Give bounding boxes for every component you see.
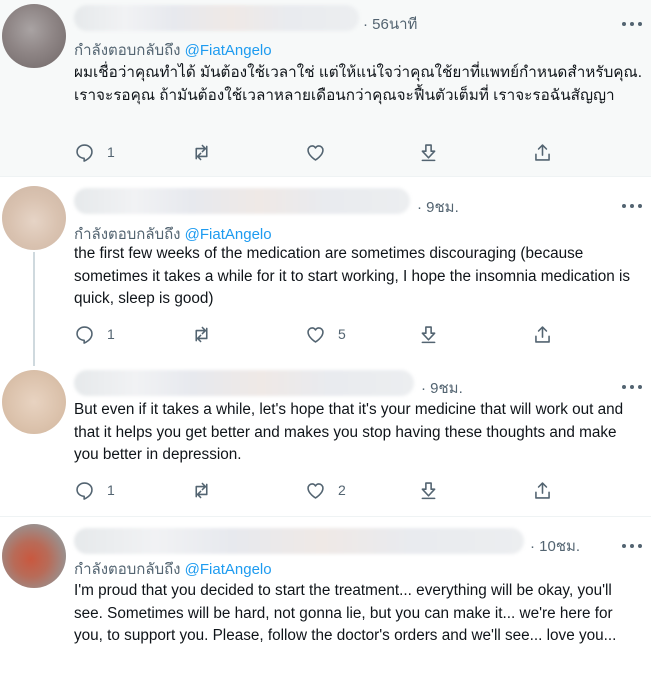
share-button[interactable]	[532, 140, 553, 164]
reply-button[interactable]: 1	[74, 322, 115, 346]
blurred-username	[74, 5, 359, 31]
tweet[interactable]: · 56นาที กำลังตอบกลับถึง @FiatAngelo ผมเ…	[0, 0, 651, 177]
share-arrow-icon	[535, 481, 550, 499]
more-options-icon[interactable]	[622, 19, 642, 29]
replying-to: กำลังตอบกลับถึง @FiatAngelo	[74, 557, 272, 581]
tweet-text: But even if it takes a while, let's hope…	[74, 401, 624, 463]
avatar[interactable]	[2, 370, 66, 434]
retweet-arrows-icon	[195, 326, 208, 342]
action-bar: 1 2	[74, 478, 634, 502]
download-button[interactable]	[418, 140, 439, 164]
mention-link[interactable]: @FiatAngelo	[185, 42, 272, 59]
retweet-button[interactable]	[191, 478, 224, 502]
share-button[interactable]	[532, 322, 553, 346]
mention-link[interactable]: @FiatAngelo	[185, 561, 272, 578]
speech-bubble-icon	[76, 481, 93, 500]
like-button[interactable]: 5	[305, 322, 346, 346]
timestamp[interactable]: · 9ชม.	[417, 195, 459, 219]
download-arrow-icon	[421, 143, 436, 161]
like-button[interactable]	[305, 140, 338, 164]
download-arrow-icon	[421, 481, 436, 499]
action-bar: 1	[74, 140, 634, 164]
heart-icon	[307, 144, 324, 161]
retweet-arrows-icon	[195, 144, 208, 160]
more-options-icon[interactable]	[622, 382, 642, 392]
tweet[interactable]: · 9ชม. กำลังตอบกลับถึง @FiatAngelo the f…	[0, 178, 651, 362]
blurred-username	[74, 528, 524, 554]
download-arrow-icon	[421, 325, 436, 343]
more-options-icon[interactable]	[622, 201, 642, 211]
download-button[interactable]	[418, 478, 439, 502]
replying-to: กำลังตอบกลับถึง @FiatAngelo	[74, 38, 272, 62]
timestamp[interactable]: · 56นาที	[363, 12, 417, 36]
mention-link[interactable]: @FiatAngelo	[185, 226, 272, 243]
replying-to-label: กำลังตอบกลับถึง	[74, 42, 181, 59]
share-button[interactable]	[532, 478, 553, 502]
share-arrow-icon	[535, 143, 550, 161]
tweet[interactable]: · 10ชม. กำลังตอบกลับถึง @FiatAngelo I'm …	[0, 518, 651, 673]
reply-count: 1	[107, 482, 115, 498]
like-button[interactable]: 2	[305, 478, 346, 502]
speech-bubble-icon	[76, 143, 93, 162]
replying-to-label: กำลังตอบกลับถึง	[74, 226, 181, 243]
reply-count: 1	[107, 144, 115, 160]
replying-to-label: กำลังตอบกลับถึง	[74, 561, 181, 578]
reply-count: 1	[107, 326, 115, 342]
tweet-text: ผมเชื่อว่าคุณทำได้ มันต้องใช้เวลาใช่ แต่…	[74, 64, 642, 104]
heart-icon	[307, 482, 324, 499]
like-count: 2	[338, 482, 346, 498]
heart-icon	[307, 326, 324, 343]
avatar[interactable]	[2, 4, 66, 68]
retweet-button[interactable]	[191, 322, 224, 346]
like-count: 5	[338, 326, 346, 342]
speech-bubble-icon	[76, 325, 93, 344]
tweet-text: the first few weeks of the medication ar…	[74, 245, 631, 307]
tweet[interactable]: · 9ชม. But even if it takes a while, let…	[0, 362, 651, 517]
timestamp[interactable]: · 9ชม.	[421, 376, 463, 400]
share-arrow-icon	[535, 325, 550, 343]
reply-button[interactable]: 1	[74, 478, 115, 502]
blurred-username	[74, 370, 414, 396]
retweet-arrows-icon	[195, 482, 208, 498]
retweet-button[interactable]	[191, 140, 224, 164]
avatar[interactable]	[2, 524, 66, 588]
avatar[interactable]	[2, 186, 66, 250]
download-button[interactable]	[418, 322, 439, 346]
tweet-text: I'm proud that you decided to start the …	[74, 582, 617, 644]
more-options-icon[interactable]	[622, 541, 642, 551]
action-bar: 1 5	[74, 322, 634, 346]
reply-button[interactable]: 1	[74, 140, 115, 164]
blurred-username	[74, 188, 410, 214]
timestamp[interactable]: · 10ชม.	[530, 534, 580, 558]
